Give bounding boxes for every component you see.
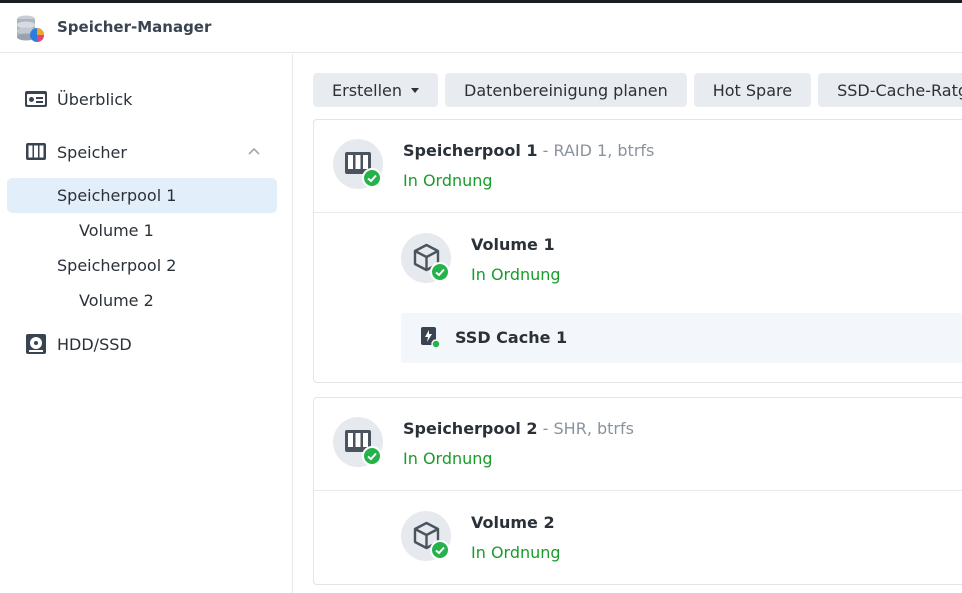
pool-header[interactable]: Speicherpool 2 - SHR, btrfs In Ordnung <box>314 398 962 491</box>
sidebar-item-pool1[interactable]: Speicherpool 1 <box>57 186 176 205</box>
pool-status: In Ordnung <box>403 171 493 190</box>
storage-manager-app-icon <box>17 15 44 42</box>
sidebar-item-label: HDD/SSD <box>57 334 132 354</box>
ssd-cache-row[interactable]: SSD Cache 1 <box>401 313 962 363</box>
sidebar-item-storage[interactable]: Speicher <box>0 137 293 167</box>
sidebar-item-volume1[interactable]: Volume 1 <box>79 221 154 240</box>
volume-icon-circle <box>401 233 451 283</box>
sidebar: Überblick Speicher Speicherpool 1 Volume… <box>0 54 293 593</box>
sidebar-item-pool2[interactable]: Speicherpool 2 <box>57 256 176 275</box>
pool-title: Speicherpool 1 - RAID 1, btrfs <box>403 141 654 160</box>
hot-spare-button[interactable]: Hot Spare <box>693 73 812 107</box>
volume-name: Volume 2 <box>471 513 555 532</box>
pool-title: Speicherpool 2 - SHR, btrfs <box>403 419 634 438</box>
pool-icon-circle <box>333 139 383 189</box>
pool-name: Speicherpool 1 <box>403 141 538 160</box>
storage-icon <box>26 143 46 160</box>
dashboard-card-icon <box>25 91 47 107</box>
schedule-scrub-button[interactable]: Datenbereinigung planen <box>445 73 687 107</box>
pool-header[interactable]: Speicherpool 1 - RAID 1, btrfs In Ordnun… <box>314 120 962 213</box>
sidebar-item-label: Speicher <box>57 142 127 162</box>
volume-status: In Ordnung <box>471 265 561 284</box>
storage-pool-card: Speicherpool 1 - RAID 1, btrfs In Ordnun… <box>313 119 962 383</box>
ok-check-icon <box>362 168 382 188</box>
sidebar-item-hdd-ssd[interactable]: HDD/SSD <box>0 329 293 359</box>
title-bar: Speicher-Manager <box>0 3 962 53</box>
ok-check-icon <box>362 446 382 466</box>
ok-check-icon <box>430 540 450 560</box>
sidebar-item-label: Überblick <box>57 89 133 109</box>
volume-name: Volume 1 <box>471 235 555 254</box>
main-content: Erstellen Datenbereinigung planen Hot Sp… <box>294 54 962 593</box>
sidebar-item-overview[interactable]: Überblick <box>0 84 293 114</box>
toolbar: Erstellen Datenbereinigung planen Hot Sp… <box>313 73 962 107</box>
volume-row[interactable]: Volume 1 In Ordnung <box>314 213 962 313</box>
ssd-cache-name: SSD Cache 1 <box>455 328 568 347</box>
ssd-cache-icon <box>421 327 441 348</box>
app-title: Speicher-Manager <box>57 18 212 36</box>
pool-meta: - RAID 1, btrfs <box>537 141 655 160</box>
create-dropdown-button[interactable]: Erstellen <box>313 73 439 107</box>
caret-down-icon <box>411 87 420 93</box>
chevron-up-icon[interactable] <box>246 144 262 160</box>
pool-icon-circle <box>333 417 383 467</box>
pool-name: Speicherpool 2 <box>403 419 538 438</box>
volume-icon-circle <box>401 511 451 561</box>
pool-meta: - SHR, btrfs <box>537 419 634 438</box>
create-button-label: Erstellen <box>332 80 403 100</box>
hard-disk-icon <box>26 334 46 354</box>
ok-check-icon <box>430 262 450 282</box>
pool-status: In Ordnung <box>403 449 493 468</box>
sidebar-item-volume2[interactable]: Volume 2 <box>79 291 154 310</box>
storage-pool-card: Speicherpool 2 - SHR, btrfs In Ordnung V… <box>313 397 962 585</box>
volume-status: In Ordnung <box>471 543 561 562</box>
ssd-cache-advisor-button[interactable]: SSD-Cache-Ratgeber <box>818 73 962 107</box>
volume-row[interactable]: Volume 2 In Ordnung <box>314 491 962 591</box>
